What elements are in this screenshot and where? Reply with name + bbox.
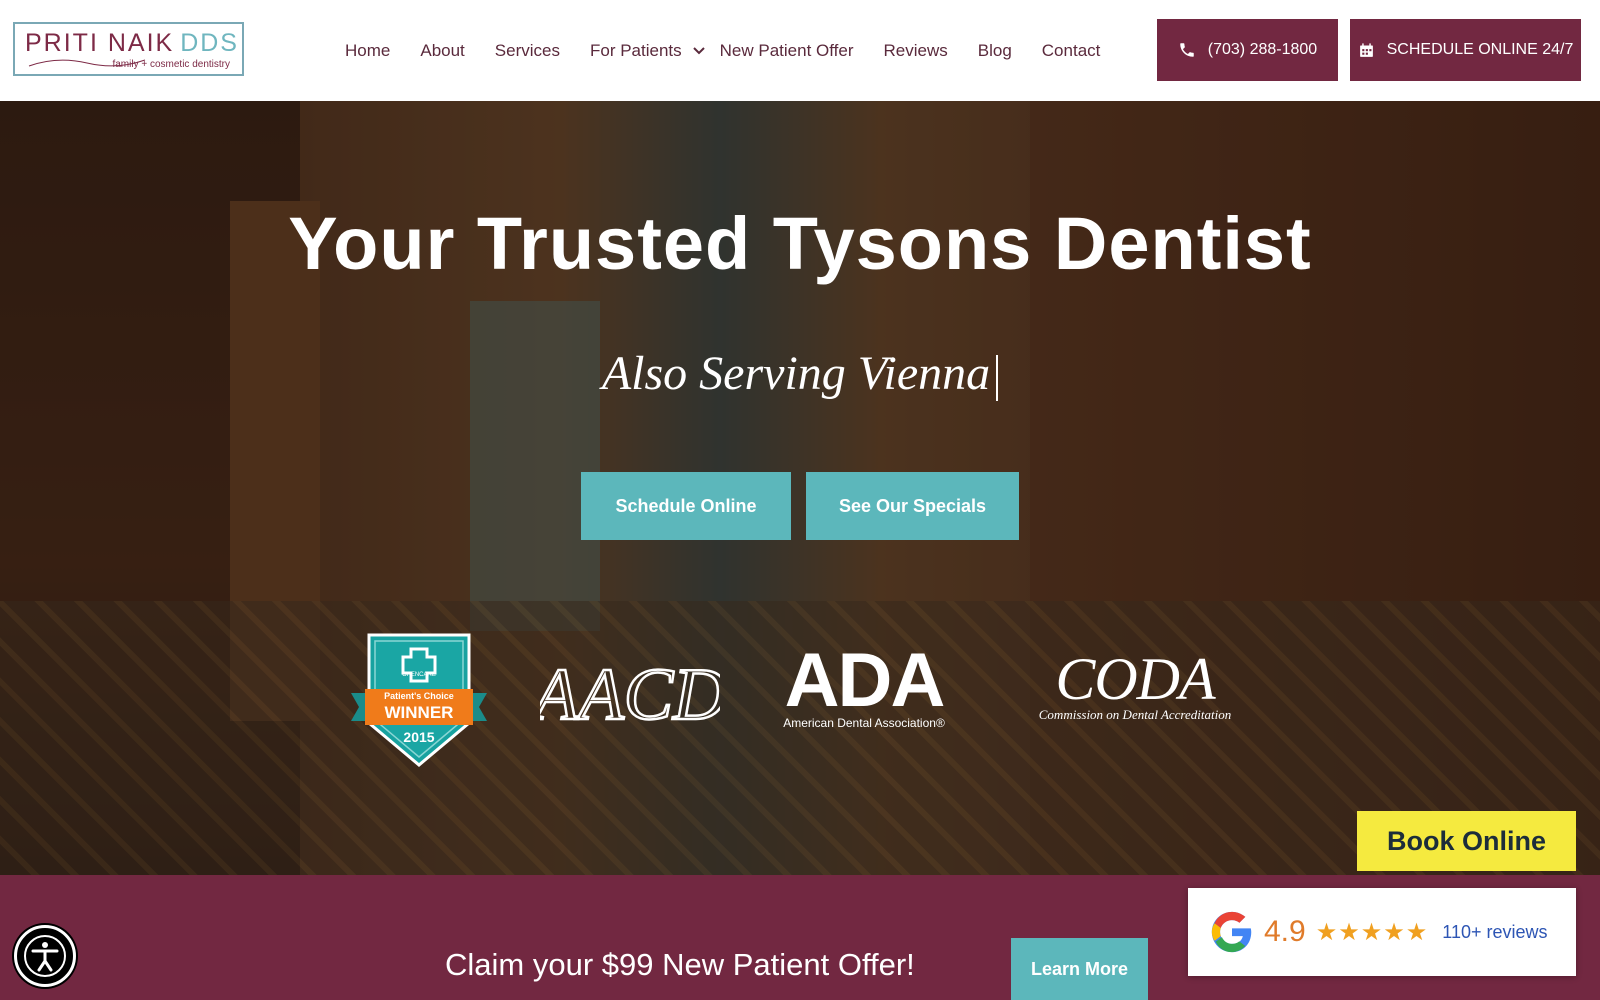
- nav-about[interactable]: About: [420, 41, 464, 61]
- book-online-button[interactable]: Book Online: [1357, 811, 1576, 871]
- logo-suffix: DDS: [180, 29, 239, 57]
- nav-for-patients[interactable]: For Patients: [590, 41, 706, 61]
- logo-tagline: family + cosmetic dentistry: [112, 59, 230, 70]
- nav-new-patient-offer-label: New Patient Offer: [719, 41, 854, 60]
- google-reviews-widget[interactable]: 4.9 ★★★★★ 110+ reviews: [1188, 888, 1576, 976]
- patients-choice-winner-badge: OPENCARE Patient's Choice WINNER 2015: [351, 633, 487, 767]
- phone-button[interactable]: (703) 288-1800: [1157, 19, 1338, 81]
- schedule-online-button[interactable]: SCHEDULE ONLINE 24/7: [1350, 19, 1581, 81]
- badge-year: 2015: [403, 729, 434, 745]
- nav-contact-label: Contact: [1041, 41, 1101, 60]
- ada-text: ADA: [784, 638, 946, 723]
- badge-brand: OPENCARE: [402, 672, 436, 678]
- logo-name: PRITI NAIK: [25, 29, 175, 57]
- coda-subtitle: Commission on Dental Accreditation: [1038, 707, 1232, 722]
- aacd-text: AACD: [540, 654, 720, 736]
- main-nav: Home About Services For Patients New Pat…: [345, 38, 1100, 64]
- nav-reviews-label: Reviews: [883, 41, 948, 60]
- chevron-down-icon[interactable]: [692, 44, 706, 58]
- nav-services[interactable]: Services: [495, 41, 560, 61]
- hero-schedule-online-button[interactable]: Schedule Online: [581, 472, 791, 540]
- badge-line2: WINNER: [385, 703, 454, 722]
- nav-blog[interactable]: Blog: [978, 41, 1012, 61]
- site-header: PRITI NAIK DDS family + cosmetic dentistr…: [0, 0, 1600, 101]
- aacd-logo-mark: AACD: [527, 653, 728, 738]
- calendar-icon: [1359, 42, 1373, 57]
- nav-services-label: Services: [494, 41, 560, 60]
- hero-section: Your Trusted Tysons Dentist Also Serving…: [0, 101, 1600, 875]
- review-count[interactable]: 110+ reviews: [1442, 922, 1547, 943]
- badge-line1: Patient's Choice: [384, 691, 454, 701]
- google-icon: [1211, 911, 1252, 953]
- phone-button-label: (703) 288-1800: [1207, 41, 1318, 58]
- nav-reviews[interactable]: Reviews: [884, 41, 948, 61]
- schedule-online-button-label: SCHEDULE ONLINE 24/7: [1386, 41, 1574, 58]
- hero-see-specials-button[interactable]: See Our Specials: [806, 472, 1019, 540]
- nav-about-label: About: [420, 41, 465, 60]
- review-score: 4.9: [1264, 915, 1306, 948]
- ada-logo: ADA American Dental Association®: [778, 638, 950, 731]
- phone-icon: [1180, 43, 1194, 57]
- hero-title: Your Trusted Tysons Dentist: [288, 202, 1312, 285]
- accessibility-button[interactable]: [14, 925, 76, 987]
- accessibility-icon: [24, 935, 66, 977]
- hero-subtitle: Also Serving Vienna: [0, 346, 1600, 401]
- coda-logo: CODA Commission on Dental Accreditation: [1020, 646, 1250, 723]
- learn-more-button[interactable]: Learn More: [1011, 938, 1148, 1000]
- coda-text: CODA: [1055, 646, 1215, 712]
- nav-home-label: Home: [345, 41, 391, 60]
- logo[interactable]: PRITI NAIK DDS family + cosmetic dentistr…: [13, 22, 244, 76]
- typing-cursor: [996, 354, 999, 401]
- review-stars: ★★★★★: [1315, 918, 1429, 946]
- nav-for-patients-label: For Patients: [589, 41, 682, 60]
- nav-home[interactable]: Home: [345, 41, 390, 61]
- offer-text: Claim your $99 New Patient Offer!: [445, 947, 915, 982]
- nav-new-patient-offer[interactable]: New Patient Offer: [720, 41, 854, 61]
- aacd-logo: AACD: [527, 641, 728, 741]
- nav-blog-label: Blog: [977, 41, 1012, 60]
- logo-wordmark: PRITI NAIK DDS: [25, 29, 237, 57]
- hero-subtitle-text: Also Serving Vienna: [601, 347, 991, 400]
- ada-subtitle: American Dental Association®: [783, 716, 945, 730]
- nav-contact[interactable]: Contact: [1042, 41, 1101, 61]
